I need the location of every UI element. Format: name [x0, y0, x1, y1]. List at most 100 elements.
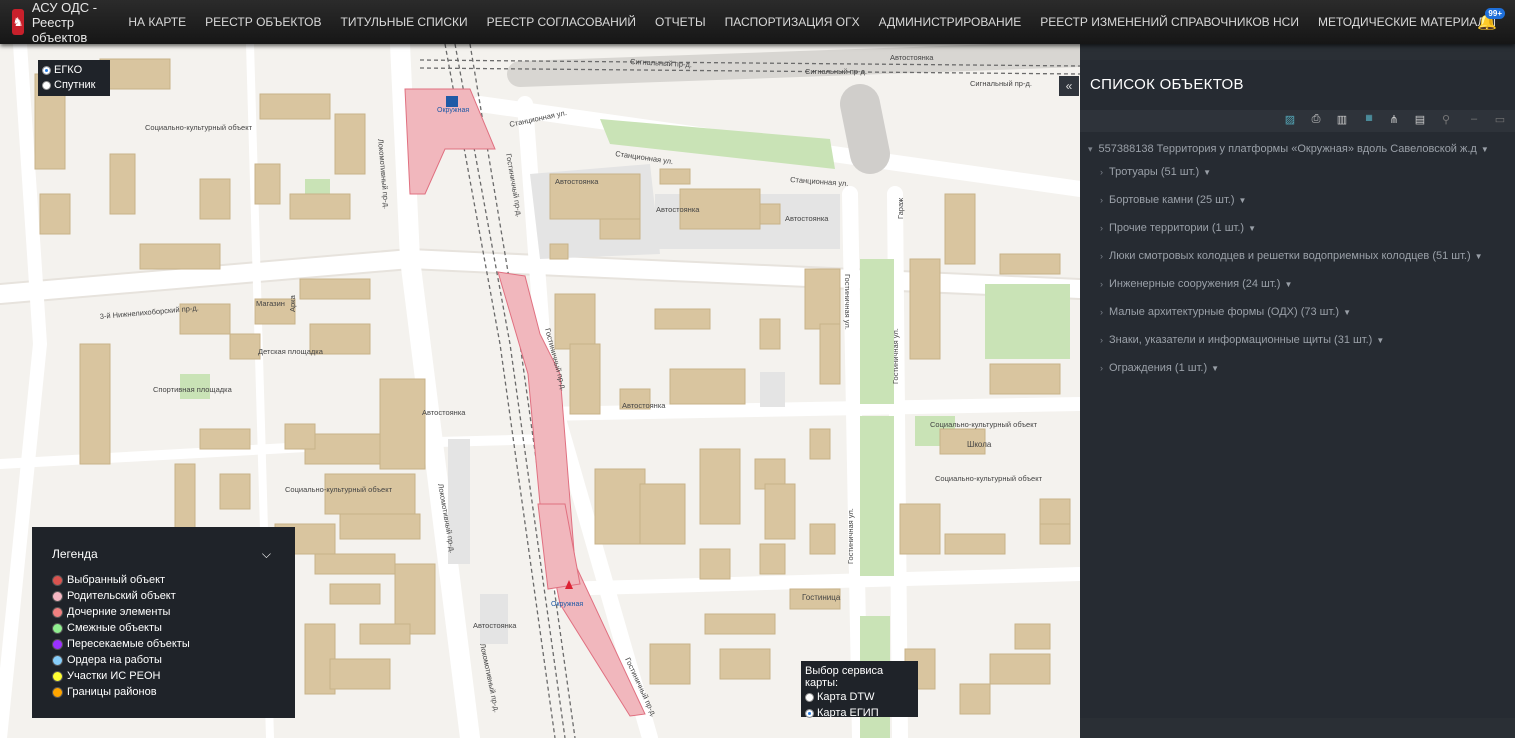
legend-item-label: Ордера на работы: [67, 654, 162, 666]
dropdown-icon[interactable]: ▼: [1248, 224, 1256, 233]
dropdown-icon[interactable]: ▼: [1481, 145, 1489, 154]
legend-item: Участки ИС РЕОН: [52, 668, 190, 684]
legend-dot: [52, 686, 63, 698]
dropdown-icon[interactable]: ▼: [1239, 196, 1247, 205]
building-icon[interactable]: ▥: [1334, 113, 1350, 129]
caret-down-icon[interactable]: ▾: [1088, 144, 1093, 155]
tree-item[interactable]: › Прочие территории (1 шт.) ▼: [1088, 214, 1507, 242]
layer-egko-option[interactable]: ЕГКО: [42, 63, 106, 78]
tree-item[interactable]: › Малые архитектурные формы (ОДХ) (73 шт.…: [1088, 298, 1507, 326]
map-view-icon[interactable]: ▨: [1282, 113, 1298, 129]
chevron-down-icon[interactable]: ⌵: [262, 547, 271, 562]
legend-item-label: Дочерние элементы: [67, 606, 171, 618]
legend-item-label: Родительский объект: [67, 590, 176, 602]
notifications-bell-icon[interactable]: 🔔 99+: [1477, 8, 1505, 32]
tree-item-label: Тротуары (51 шт.): [1109, 166, 1200, 178]
caret-right-icon[interactable]: ›: [1100, 223, 1103, 233]
tree-item-label: Инженерные сооружения (24 шт.): [1109, 278, 1281, 290]
caret-right-icon[interactable]: ›: [1100, 195, 1103, 205]
tree-item[interactable]: › Тротуары (51 шт.) ▼: [1088, 158, 1507, 186]
map-label-gostinitsa: Гостиница: [802, 593, 841, 602]
dropdown-icon[interactable]: ▼: [1475, 252, 1483, 261]
caret-right-icon[interactable]: ›: [1100, 251, 1103, 261]
legend-item: Выбранный объект: [52, 572, 190, 588]
tree-item[interactable]: › Знаки, указатели и информационные щиты …: [1088, 326, 1507, 354]
legend-item: Смежные объекты: [52, 620, 190, 636]
radio-icon[interactable]: [805, 708, 814, 718]
map-service-dtw-option[interactable]: Карта DTW: [805, 689, 914, 705]
dropdown-icon[interactable]: ▼: [1284, 280, 1292, 289]
dropdown-icon[interactable]: ▼: [1211, 364, 1219, 373]
tree-item[interactable]: › Инженерные сооружения (24 шт.) ▼: [1088, 270, 1507, 298]
tree-item-label: Люки смотровых колодцев и решетки водопр…: [1109, 250, 1471, 262]
caret-right-icon[interactable]: ›: [1100, 307, 1103, 317]
nav-pasportizatsiya[interactable]: ПАСПОРТИЗАЦИЯ ОГХ: [725, 15, 860, 29]
print-icon[interactable]: ⎙: [1308, 113, 1324, 129]
reon-icon[interactable]: ▦: [1358, 113, 1380, 129]
radio-icon[interactable]: [42, 66, 51, 75]
dropdown-icon[interactable]: ▼: [1376, 336, 1384, 345]
map-label-signalny-3: Сигнальный пр-д.: [970, 79, 1032, 88]
nav-administrirovanie[interactable]: АДМИНИСТРИРОВАНИЕ: [879, 15, 1022, 29]
map-label-sotskult-1: Социально-культурный объект: [145, 123, 253, 132]
notifications-badge: 99+: [1485, 8, 1505, 19]
map-service-title: Выбор сервиса карты:: [805, 665, 884, 689]
nav-reestr-soglasovaniy[interactable]: РЕЕСТР СОГЛАСОВАНИЙ: [487, 15, 636, 29]
map-label-autostoyanka-2: Автостоянка: [656, 205, 700, 214]
map-label-autostoyanka-4: Автостоянка: [890, 53, 934, 62]
hierarchy-icon[interactable]: ⋔: [1386, 113, 1402, 129]
legend-dot: [52, 574, 63, 586]
nav-reestr-obektov[interactable]: РЕЕСТР ОБЪЕКТОВ: [205, 15, 321, 29]
map-service-egip-option[interactable]: Карта ЕГИП: [805, 705, 914, 721]
nav-titulnye-spiski[interactable]: ТИТУЛЬНЫЕ СПИСКИ: [341, 15, 468, 29]
map-label-shkola: Школа: [967, 440, 992, 449]
dropdown-icon[interactable]: ▼: [1343, 308, 1351, 317]
legend-list: Выбранный объект Родительский объект Доч…: [52, 572, 190, 700]
nav-otchety[interactable]: ОТЧЕТЫ: [655, 15, 706, 29]
nav-metodicheskie[interactable]: МЕТОДИЧЕСКИЕ МАТЕРИАЛЫ: [1318, 15, 1496, 29]
tree-item[interactable]: › Люки смотровых колодцев и решетки водоп…: [1088, 242, 1507, 270]
maximize-icon[interactable]: ▭: [1492, 113, 1508, 129]
map-label-gostinichnaya-1: Гостиничная ул.: [843, 274, 852, 330]
radio-icon[interactable]: [42, 81, 51, 90]
legend-dot: [52, 638, 63, 650]
map-label-gostinichnaya-3: Гостиничная ул.: [891, 328, 900, 384]
nav-reestr-izmeneniy[interactable]: РЕЕСТР ИЗМЕНЕНИЙ СПРАВОЧНИКОВ НСИ: [1040, 15, 1299, 29]
layers-icon[interactable]: ▤: [1412, 113, 1428, 129]
map-label-garazh: Гараж: [896, 198, 905, 219]
radio-icon[interactable]: [805, 692, 814, 702]
legend-item: Родительский объект: [52, 588, 190, 604]
tree-item-label: Малые архитектурные формы (ОДХ) (73 шт.): [1109, 306, 1340, 318]
collapse-panel-button[interactable]: «: [1059, 76, 1079, 96]
tree-item-label: Бортовые камни (25 шт.): [1109, 194, 1235, 206]
map-label-gostinichny-1: Гостиничный пр-д.: [504, 153, 524, 218]
panel-toolbar: ▨ ⎙ ▥ ▦ ⋔ ▤ ⚲ – ▭: [1080, 110, 1515, 132]
panel-title: СПИСОК ОБЪЕКТОВ: [1090, 76, 1244, 93]
legend-item: Границы районов: [52, 684, 190, 700]
location-pin-icon[interactable]: ⚲: [1438, 113, 1454, 129]
layer-sputnik-label: Спутник: [54, 79, 96, 91]
legend-item-label: Смежные объекты: [67, 622, 162, 634]
map-service-selector: Выбор сервиса карты: Карта DTW Карта ЕГИ…: [801, 661, 918, 719]
legend-item: Пересекаемые объекты: [52, 636, 190, 652]
caret-right-icon[interactable]: ›: [1100, 279, 1103, 289]
minimize-icon[interactable]: –: [1466, 113, 1482, 129]
tree-root-item[interactable]: ▾ 557388138 Территория у платформы «Окру…: [1088, 140, 1507, 158]
tree-item[interactable]: › Бортовые камни (25 шт.) ▼: [1088, 186, 1507, 214]
nav-na-karte[interactable]: НА КАРТЕ: [128, 15, 186, 29]
caret-right-icon[interactable]: ›: [1100, 363, 1103, 373]
map-label-magazin: Магазин: [256, 299, 285, 308]
map-label-stantsionnaya-3: Станционная ул.: [790, 175, 849, 188]
caret-right-icon[interactable]: ›: [1100, 335, 1103, 345]
map-label-okruzhnaya2: Окружная: [551, 601, 583, 608]
layer-sputnik-option[interactable]: Спутник: [42, 78, 106, 93]
metro-marker-icon[interactable]: [446, 96, 458, 107]
legend-item-label: Участки ИС РЕОН: [67, 670, 161, 682]
tree-item[interactable]: › Ограждения (1 шт.) ▼: [1088, 354, 1507, 382]
object-list-panel: « СПИСОК ОБЪЕКТОВ ▨ ⎙ ▥ ▦ ⋔ ▤ ⚲ – ▭ ▾ 55…: [1059, 60, 1515, 718]
dropdown-icon[interactable]: ▼: [1203, 168, 1211, 177]
map-service-egip-label: Карта ЕГИП: [817, 707, 879, 719]
caret-right-icon[interactable]: ›: [1100, 167, 1103, 177]
map-label-stantsionnaya-2: Станционная ул.: [615, 149, 674, 166]
moscow-logo-icon[interactable]: ♞: [12, 9, 24, 35]
